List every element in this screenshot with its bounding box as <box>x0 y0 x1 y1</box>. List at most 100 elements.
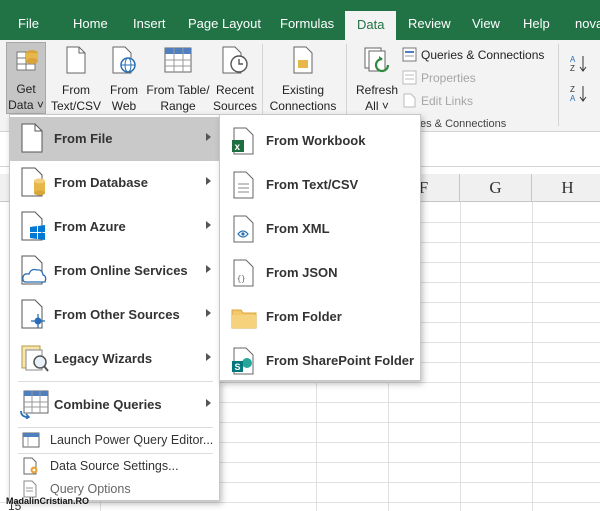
azure-icon <box>20 211 46 244</box>
web-page-icon <box>104 46 144 78</box>
menu-separator <box>18 381 213 382</box>
legacy-wizards-icon <box>20 343 50 376</box>
tab-review[interactable]: Review <box>408 0 451 40</box>
svg-text:A: A <box>570 94 576 102</box>
tab-nova[interactable]: nova <box>575 0 600 40</box>
menu-item-label: Combine Queries <box>54 397 162 412</box>
recent-sources-button[interactable]: Recent Sources <box>212 46 258 114</box>
recent-sources-label-1: Recent <box>215 83 255 97</box>
tab-view[interactable]: View <box>472 0 500 40</box>
menu-item-from-azure[interactable]: From Azure <box>10 205 219 249</box>
submenu-item-from-text-csv[interactable]: From Text/CSV <box>220 163 420 207</box>
other-sources-icon <box>20 299 48 332</box>
refresh-all-label-1: Refresh <box>355 83 399 97</box>
submenu-arrow-icon <box>206 221 211 229</box>
column-header-h[interactable]: H <box>532 174 600 202</box>
file-icon <box>20 123 44 156</box>
recent-sources-icon <box>212 46 258 78</box>
ribbon-divider <box>558 44 559 126</box>
menu-item-from-other-sources[interactable]: From Other Sources <box>10 293 219 337</box>
from-text-csv-button[interactable]: From Text/CSV <box>51 46 101 114</box>
from-text-csv-label-2: Text/CSV <box>51 99 102 113</box>
queries-connections-button[interactable]: Queries & Connections <box>402 47 544 66</box>
tab-formulas[interactable]: Formulas <box>280 0 334 40</box>
from-text-csv-label-1: From <box>62 83 90 97</box>
svg-text:x: x <box>235 142 241 153</box>
submenu-item-from-sharepoint-folder[interactable]: S From SharePoint Folder <box>220 339 420 383</box>
grid-line <box>220 402 600 403</box>
folder-icon <box>230 303 258 334</box>
refresh-all-label-2: All ˅ <box>365 99 389 113</box>
existing-connections-label-2: Connections <box>269 99 337 113</box>
data-source-settings-icon <box>22 457 40 478</box>
menu-item-label: From Azure <box>54 219 126 234</box>
sort-descending-button[interactable]: ZA <box>570 84 592 106</box>
submenu-arrow-icon <box>206 399 211 407</box>
existing-connections-button[interactable]: Existing Connections <box>266 46 340 114</box>
menu-item-combine-queries[interactable]: Combine Queries <box>10 383 219 427</box>
edit-links-button[interactable]: Edit Links <box>402 93 473 112</box>
power-query-editor-icon <box>22 431 40 452</box>
column-header-g[interactable]: G <box>460 174 532 202</box>
tab-page-layout[interactable]: Page Layout <box>188 0 261 40</box>
menu-item-from-online-services[interactable]: From Online Services <box>10 249 219 293</box>
menu-item-label: From Database <box>54 175 148 190</box>
xml-file-icon <box>230 215 256 246</box>
from-web-label-2: Web <box>111 99 137 113</box>
submenu-item-label: From JSON <box>266 265 338 280</box>
combine-queries-icon <box>20 389 50 422</box>
submenu-item-label: From XML <box>266 221 330 236</box>
from-table-range-button[interactable]: From Table/ Range <box>146 46 210 114</box>
submenu-item-label: From SharePoint Folder <box>266 353 415 368</box>
submenu-item-from-json[interactable]: {} From JSON <box>220 251 420 295</box>
menu-item-label: Launch Power Query Editor... <box>50 433 214 447</box>
properties-button[interactable]: Properties <box>402 70 476 89</box>
tab-data[interactable]: Data <box>345 11 397 40</box>
grid-line <box>220 442 600 443</box>
svg-text:S: S <box>235 362 241 372</box>
database-table-icon <box>7 47 45 77</box>
get-data-button[interactable]: Get Data ˅ <box>6 42 46 114</box>
queries-connections-icon <box>402 47 417 66</box>
menu-item-from-database[interactable]: From Database <box>10 161 219 205</box>
edit-links-icon <box>402 93 417 112</box>
submenu-item-from-xml[interactable]: From XML <box>220 207 420 251</box>
existing-connections-label-1: Existing <box>281 83 325 97</box>
submenu-arrow-icon <box>206 353 211 361</box>
ribbon-tab-bar: File Home Insert Page Layout Formulas Da… <box>0 0 600 40</box>
existing-connections-icon <box>266 46 340 78</box>
sort-ascending-button[interactable]: AZ <box>570 54 592 76</box>
text-file-icon <box>51 46 101 78</box>
submenu-arrow-icon <box>206 133 211 141</box>
from-table-range-label-1: From Table/ <box>146 83 210 97</box>
json-file-icon: {} <box>230 259 256 290</box>
grid-line <box>460 202 461 511</box>
properties-icon <box>402 70 417 89</box>
submenu-arrow-icon <box>206 177 211 185</box>
submenu-item-from-workbook[interactable]: x From Workbook <box>220 119 420 163</box>
menu-item-legacy-wizards[interactable]: Legacy Wizards <box>10 337 219 381</box>
from-web-label-1: From <box>110 83 138 97</box>
from-web-button[interactable]: From Web <box>104 46 144 114</box>
recent-sources-label-2: Sources <box>212 99 258 113</box>
tab-help[interactable]: Help <box>523 0 550 40</box>
queries-connections-group-label: es & Connections <box>420 118 507 130</box>
menu-item-label: From Online Services <box>54 263 188 278</box>
grid-line <box>0 502 600 503</box>
tab-file[interactable]: File <box>18 0 39 40</box>
menu-item-from-file[interactable]: From File <box>10 117 219 161</box>
text-file-icon <box>230 171 256 202</box>
table-icon <box>146 46 210 78</box>
svg-text:{}: {} <box>237 276 245 284</box>
excel-workbook-icon: x <box>230 127 256 158</box>
submenu-item-from-folder[interactable]: From Folder <box>220 295 420 339</box>
grid-line <box>220 462 600 463</box>
tab-insert[interactable]: Insert <box>133 0 166 40</box>
menu-item-launch-power-query-editor[interactable]: Launch Power Query Editor... <box>10 427 219 453</box>
submenu-arrow-icon <box>206 309 211 317</box>
refresh-all-button[interactable]: Refresh All ˅ <box>354 46 400 114</box>
svg-text:A: A <box>570 55 576 64</box>
refresh-icon <box>354 46 400 78</box>
tab-home[interactable]: Home <box>73 0 108 40</box>
submenu-item-label: From Folder <box>266 309 342 324</box>
